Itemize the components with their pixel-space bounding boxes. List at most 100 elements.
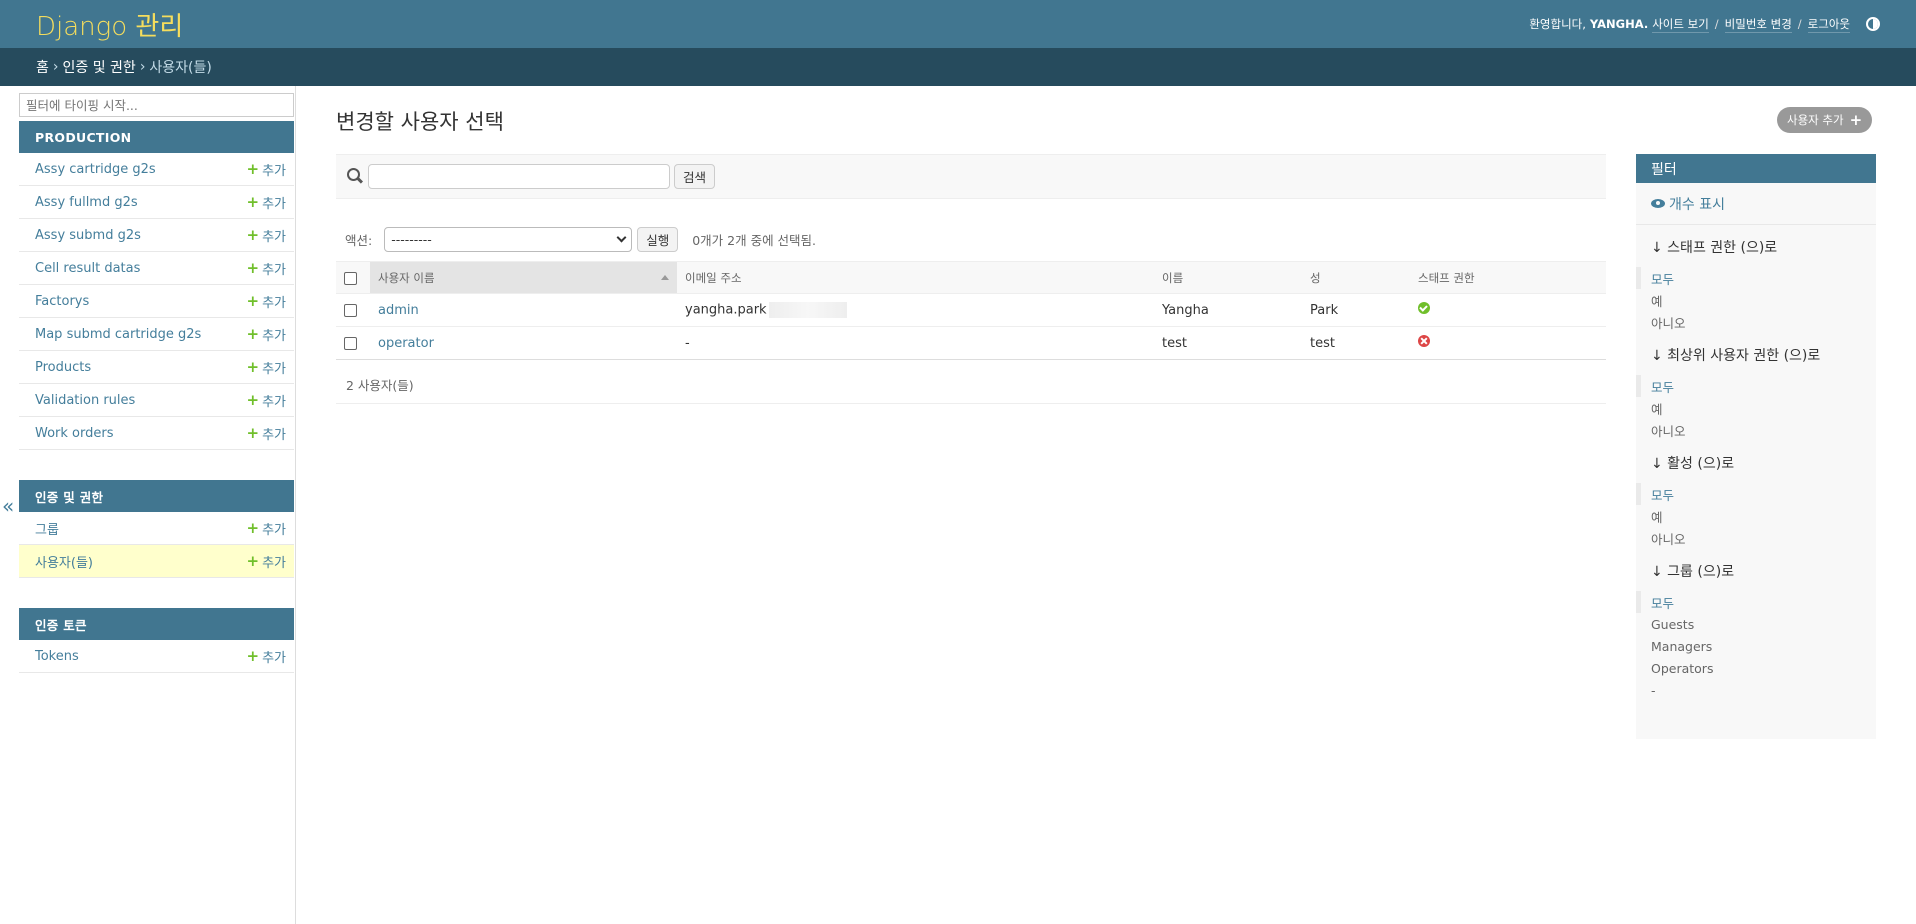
- module-caption[interactable]: PRODUCTION: [19, 121, 294, 153]
- column-header-last-name[interactable]: 성: [1302, 261, 1410, 294]
- sidebar-item-assy-fullmd: Assy fullmd g2s + 추가: [19, 186, 294, 219]
- search-input[interactable]: [368, 164, 670, 189]
- plus-icon: +: [246, 325, 260, 343]
- user-link[interactable]: admin: [378, 303, 419, 318]
- model-link[interactable]: Assy fullmd g2s: [35, 195, 138, 210]
- model-link[interactable]: Map submd cartridge g2s: [35, 327, 201, 342]
- action-select[interactable]: ---------: [384, 226, 633, 252]
- sidebar-item-products: Products + 추가: [19, 351, 294, 384]
- add-link[interactable]: + 추가: [247, 193, 287, 212]
- results-table: 사용자 이름 이메일 주소 이름 성 스태프 권한 admin yangha.p…: [336, 261, 1606, 360]
- cross-no-icon: [1418, 335, 1430, 347]
- breadcrumb-home[interactable]: 홈: [36, 57, 49, 77]
- filter-option[interactable]: Managers: [1636, 635, 1876, 657]
- add-link[interactable]: + 추가: [247, 226, 287, 245]
- staff-cell: [1410, 293, 1606, 327]
- filter-option[interactable]: Guests: [1636, 613, 1876, 635]
- filter-group-active: ↓ 활성 (으)로 모두 예 아니오: [1636, 441, 1876, 549]
- plus-icon: +: [246, 358, 260, 376]
- sidebar-collapse-button[interactable]: «: [2, 494, 14, 518]
- filter-option[interactable]: 예: [1636, 505, 1876, 527]
- model-link[interactable]: 그룹: [35, 519, 59, 538]
- email-cell: yangha.park: [677, 293, 1154, 327]
- plus-icon: +: [246, 160, 260, 178]
- add-user-button[interactable]: 사용자 추가 +: [1777, 107, 1873, 133]
- model-link[interactable]: Tokens: [35, 649, 79, 664]
- filter-option[interactable]: 모두: [1636, 375, 1876, 397]
- user-tools: 환영합니다, YANGHA. 사이트 보기 / 비밀번호 변경 / 로그아웃: [1529, 16, 1880, 33]
- add-link[interactable]: + 추가: [247, 160, 287, 179]
- last-name-cell: Park: [1302, 293, 1410, 327]
- module-authtoken: 인증 토큰 Tokens + 추가: [19, 608, 294, 673]
- nav-filter-input[interactable]: [19, 93, 294, 117]
- model-link[interactable]: Products: [35, 360, 91, 375]
- filter-option[interactable]: 모두: [1636, 591, 1876, 613]
- filter-option[interactable]: 모두: [1636, 483, 1876, 505]
- username-cell: admin: [370, 293, 677, 327]
- filter-option[interactable]: 아니오: [1636, 419, 1876, 441]
- model-link[interactable]: Assy cartridge g2s: [35, 162, 156, 177]
- sidebar-item-users: 사용자(들) + 추가: [19, 545, 294, 578]
- row-checkbox[interactable]: [344, 303, 357, 317]
- model-link[interactable]: 사용자(들): [35, 552, 93, 571]
- filter-group-title: ↓ 활성 (으)로: [1651, 456, 1735, 472]
- filter-option[interactable]: 아니오: [1636, 527, 1876, 549]
- filter-option[interactable]: 예: [1636, 289, 1876, 311]
- separator: /: [1797, 17, 1802, 31]
- module-caption[interactable]: 인증 토큰: [19, 608, 294, 640]
- go-button[interactable]: 실행: [637, 226, 679, 252]
- site-header: Django 관리 환영합니다, YANGHA. 사이트 보기 / 비밀번호 변…: [0, 0, 1916, 48]
- column-header-email[interactable]: 이메일 주소: [677, 261, 1154, 294]
- view-site-link[interactable]: 사이트 보기: [1652, 16, 1709, 33]
- filter-group-groups: ↓ 그룹 (으)로 모두 Guests Managers Operators -: [1636, 549, 1876, 701]
- select-all-checkbox[interactable]: [344, 271, 357, 285]
- add-link[interactable]: + 추가: [247, 259, 287, 278]
- add-link[interactable]: + 추가: [247, 292, 287, 311]
- column-header-first-name[interactable]: 이름: [1154, 261, 1302, 294]
- theme-toggle-icon[interactable]: [1866, 17, 1880, 31]
- table-row: operator - test test: [336, 326, 1606, 360]
- show-counts-link[interactable]: 개수 표시: [1636, 183, 1876, 225]
- filter-option[interactable]: -: [1636, 679, 1876, 701]
- add-link[interactable]: + 추가: [247, 358, 287, 377]
- sidebar-item-factorys: Factorys + 추가: [19, 285, 294, 318]
- add-link[interactable]: + 추가: [247, 647, 287, 666]
- add-link[interactable]: + 추가: [247, 391, 287, 410]
- model-link[interactable]: Validation rules: [35, 393, 135, 408]
- change-password-link[interactable]: 비밀번호 변경: [1724, 16, 1792, 33]
- plus-icon: +: [246, 226, 260, 244]
- add-link[interactable]: + 추가: [247, 424, 287, 443]
- model-link[interactable]: Cell result datas: [35, 261, 140, 276]
- search-icon: [346, 167, 364, 185]
- filter-option[interactable]: 모두: [1636, 267, 1876, 289]
- plus-icon: +: [246, 519, 260, 537]
- search-button[interactable]: 검색: [674, 164, 716, 189]
- separator: /: [1714, 17, 1719, 31]
- sort-ascending-icon[interactable]: [661, 275, 669, 280]
- last-name-cell: test: [1302, 326, 1410, 360]
- plus-icon: +: [246, 391, 260, 409]
- add-link[interactable]: + 추가: [247, 519, 287, 538]
- module-caption[interactable]: 인증 및 권한: [19, 480, 294, 512]
- filter-option[interactable]: 아니오: [1636, 311, 1876, 333]
- model-link[interactable]: Work orders: [35, 426, 114, 441]
- filter-option[interactable]: Operators: [1636, 657, 1876, 679]
- site-brand-link[interactable]: Django 관리: [36, 6, 183, 43]
- model-link[interactable]: Factorys: [35, 294, 89, 309]
- breadcrumb-app[interactable]: 인증 및 권한: [63, 57, 136, 77]
- row-checkbox[interactable]: [344, 336, 357, 350]
- add-link[interactable]: + 추가: [247, 325, 287, 344]
- breadcrumb-separator: ›: [52, 59, 59, 75]
- model-link[interactable]: Assy submd g2s: [35, 228, 141, 243]
- plus-icon: +: [246, 552, 260, 570]
- user-link[interactable]: operator: [378, 336, 434, 351]
- column-header-username[interactable]: 사용자 이름: [370, 261, 677, 294]
- filter-option[interactable]: 예: [1636, 397, 1876, 419]
- action-counter: 0개가 2개 중에 선택됨.: [692, 232, 817, 248]
- sidebar-item-tokens: Tokens + 추가: [19, 640, 294, 673]
- filter-title: 필터: [1636, 154, 1876, 183]
- logout-link[interactable]: 로그아웃: [1807, 16, 1850, 33]
- username-cell: operator: [370, 326, 677, 360]
- column-header-staff[interactable]: 스태프 권한: [1410, 261, 1606, 294]
- add-link[interactable]: + 추가: [247, 552, 287, 571]
